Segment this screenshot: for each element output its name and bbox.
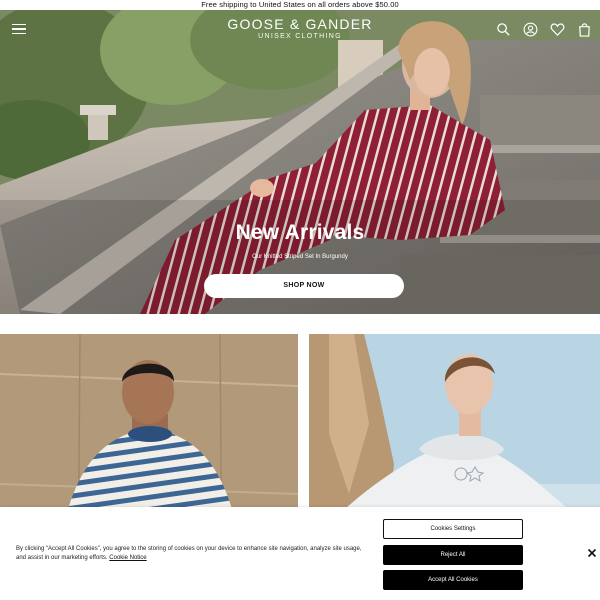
shop-now-button[interactable]: SHOP NOW — [204, 274, 404, 298]
cookie-banner: By clicking “Accept All Cookies”, you ag… — [0, 507, 600, 600]
hero-banner[interactable] — [0, 10, 600, 314]
close-icon[interactable] — [586, 547, 598, 559]
cart-icon[interactable] — [577, 22, 592, 37]
cookie-consent-text: By clicking “Accept All Cookies”, you ag… — [16, 545, 366, 563]
account-icon[interactable] — [523, 22, 538, 37]
reject-all-button[interactable]: Reject All — [383, 545, 523, 565]
wishlist-icon[interactable] — [550, 22, 565, 37]
accept-all-cookies-button[interactable]: Accept All Cookies — [383, 570, 523, 590]
cookie-message: By clicking “Accept All Cookies”, you ag… — [16, 546, 362, 561]
hero-subtitle: Our Knitted Striped Set In Burgundy — [252, 254, 348, 260]
site-header: GOOSE & GANDER UNISEX CLOTHING — [0, 10, 600, 46]
hero-title: New Arrivals — [235, 221, 365, 244]
announcement-bar: Free shipping to United States on all or… — [0, 0, 600, 10]
cookie-notice-link[interactable]: Cookie Notice — [109, 555, 146, 561]
search-icon[interactable] — [496, 22, 511, 37]
cookies-settings-button[interactable]: Cookies Settings — [383, 519, 523, 539]
hero-image — [0, 10, 600, 314]
